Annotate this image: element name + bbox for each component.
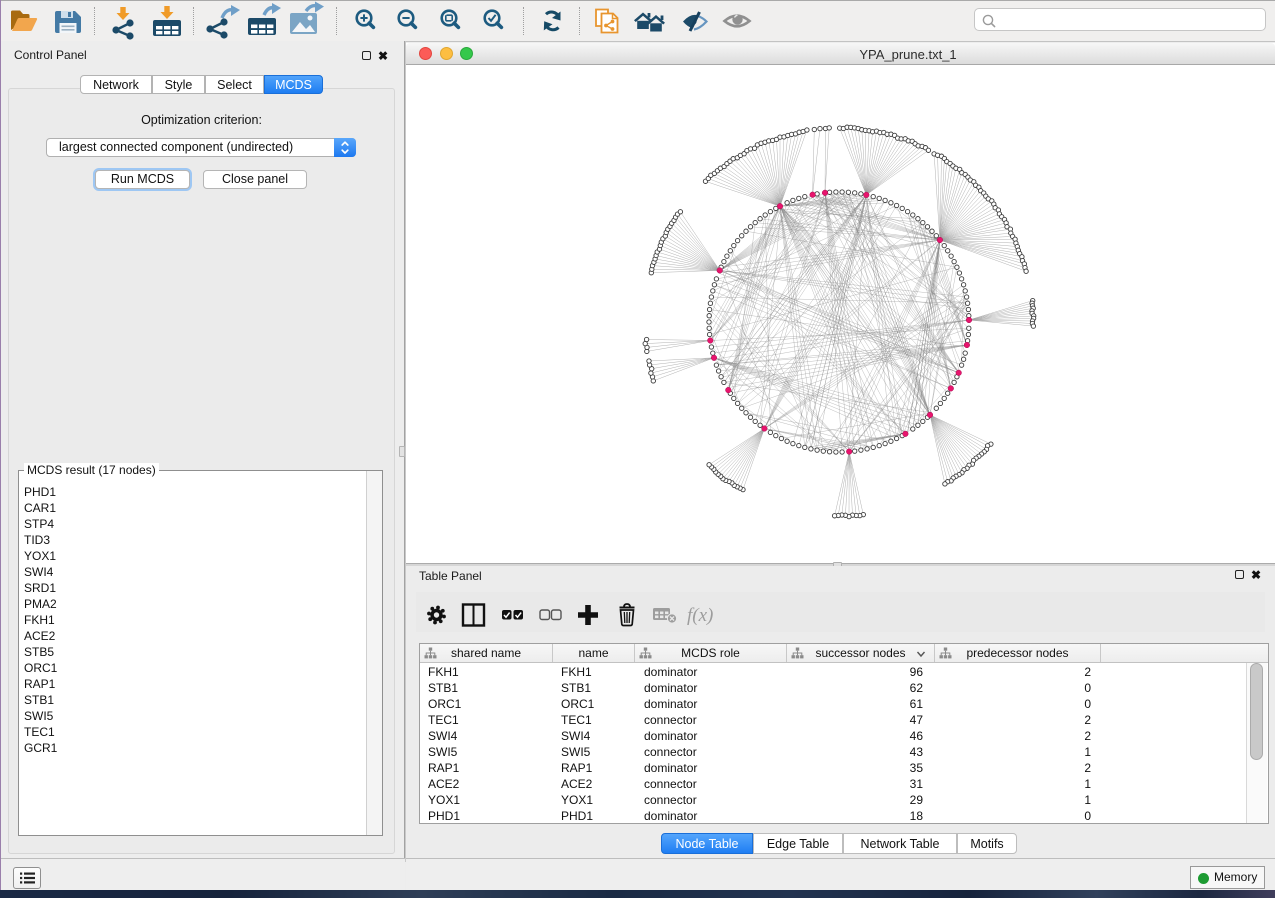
svg-text:f(x): f(x) xyxy=(687,605,713,626)
